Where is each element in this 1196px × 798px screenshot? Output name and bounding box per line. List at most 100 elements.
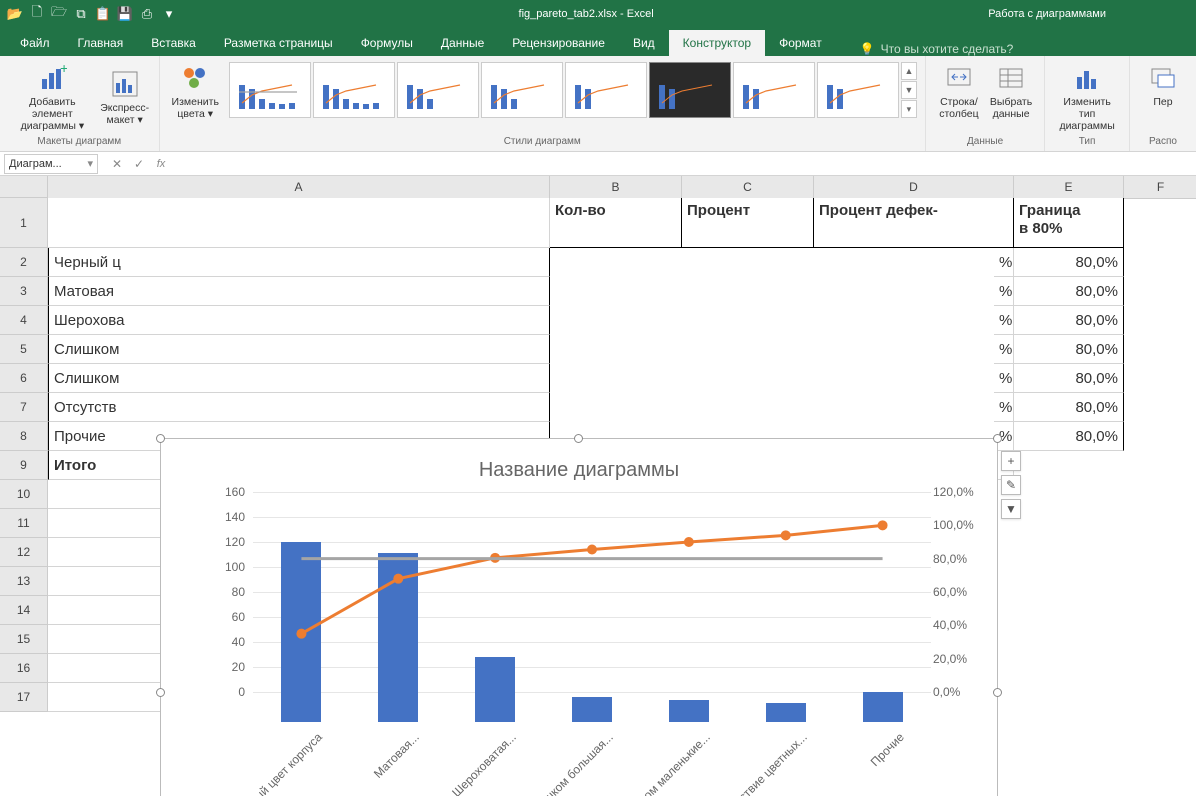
- style-thumb-6[interactable]: [649, 62, 731, 118]
- row-header-7[interactable]: 7: [0, 393, 48, 422]
- cancel-icon[interactable]: ✕: [108, 155, 126, 173]
- cell-E3[interactable]: 80,0%: [1014, 277, 1124, 306]
- col-header-B[interactable]: B: [550, 176, 682, 199]
- plot-area[interactable]: 0204060801001201401600,0%20,0%40,0%60,0%…: [211, 492, 931, 722]
- row-header-11[interactable]: 11: [0, 509, 48, 538]
- style-thumb-7[interactable]: [733, 62, 815, 118]
- tab-file[interactable]: Файл: [6, 30, 64, 56]
- row-header-6[interactable]: 6: [0, 364, 48, 393]
- tab-formulas[interactable]: Формулы: [347, 30, 427, 56]
- chart-styles-button[interactable]: ✎: [1001, 475, 1021, 495]
- chart-title[interactable]: Название диаграммы: [161, 439, 997, 492]
- copy-icon[interactable]: ⧉: [72, 5, 90, 23]
- cell-A4[interactable]: Шерохова: [48, 306, 550, 335]
- row-header-14[interactable]: 14: [0, 596, 48, 625]
- select-data-button[interactable]: Выбрать данные: [986, 60, 1036, 122]
- move-chart-button[interactable]: Пер: [1138, 60, 1188, 110]
- row-header-10[interactable]: 10: [0, 480, 48, 509]
- col-header-A[interactable]: A: [48, 176, 550, 199]
- change-colors-button[interactable]: Изменить цвета ▾: [168, 60, 223, 122]
- cell-C1[interactable]: Процент: [682, 198, 814, 248]
- change-chart-type-button[interactable]: Изменить тип диаграммы: [1053, 60, 1121, 134]
- col-header-D[interactable]: D: [814, 176, 1014, 199]
- resize-handle[interactable]: [993, 688, 1002, 697]
- enter-icon[interactable]: ✓: [130, 155, 148, 173]
- bar-3[interactable]: [572, 697, 612, 722]
- style-thumb-4[interactable]: [481, 62, 563, 118]
- open-icon[interactable]: 🗁: [50, 5, 68, 23]
- bar-6[interactable]: [863, 692, 903, 722]
- name-box[interactable]: Диаграм... ▾: [4, 154, 98, 174]
- chart-object[interactable]: + ✎ ▼ Название диаграммы 020406080100120…: [160, 438, 998, 796]
- cell-E5[interactable]: 80,0%: [1014, 335, 1124, 364]
- style-thumb-2[interactable]: [313, 62, 395, 118]
- folder-icon[interactable]: 📂: [6, 5, 24, 23]
- gallery-down-icon[interactable]: ▼: [901, 81, 917, 99]
- tab-review[interactable]: Рецензирование: [498, 30, 619, 56]
- row-header-4[interactable]: 4: [0, 306, 48, 335]
- tab-view[interactable]: Вид: [619, 30, 669, 56]
- row-header-5[interactable]: 5: [0, 335, 48, 364]
- cell-E4[interactable]: 80,0%: [1014, 306, 1124, 335]
- cell-D6-edge[interactable]: %: [994, 364, 1014, 393]
- cell-D1[interactable]: Процент дефек-: [814, 198, 1014, 248]
- style-thumb-5[interactable]: [565, 62, 647, 118]
- row-header-16[interactable]: 16: [0, 654, 48, 683]
- fx-icon[interactable]: fx: [152, 155, 170, 173]
- tab-home[interactable]: Главная: [64, 30, 138, 56]
- paste-icon[interactable]: 📋: [94, 5, 112, 23]
- style-thumb-3[interactable]: [397, 62, 479, 118]
- name-box-dropdown-icon[interactable]: ▾: [87, 157, 93, 170]
- gallery-more-icon[interactable]: ▾: [901, 100, 917, 118]
- cell-D5-edge[interactable]: %: [994, 335, 1014, 364]
- bar-5[interactable]: [766, 703, 806, 722]
- save-icon[interactable]: 💾: [116, 5, 134, 23]
- row-header-3[interactable]: 3: [0, 277, 48, 306]
- tab-format[interactable]: Формат: [765, 30, 836, 56]
- qat-more-icon[interactable]: ▾: [160, 5, 178, 23]
- cell-A6[interactable]: Слишком: [48, 364, 550, 393]
- cell-E8[interactable]: 80,0%: [1014, 422, 1124, 451]
- style-thumb-8[interactable]: [817, 62, 899, 118]
- cell-E2[interactable]: 80,0%: [1014, 248, 1124, 277]
- col-header-E[interactable]: E: [1014, 176, 1124, 199]
- resize-handle[interactable]: [156, 688, 165, 697]
- cell-E1[interactable]: Граница в 80%: [1014, 198, 1124, 248]
- resize-handle[interactable]: [574, 434, 583, 443]
- resize-handle[interactable]: [993, 434, 1002, 443]
- row-header-1[interactable]: 1: [0, 198, 48, 248]
- switch-row-col-button[interactable]: Строка/ столбец: [934, 60, 984, 122]
- cell-D7-edge[interactable]: %: [994, 393, 1014, 422]
- cell-A1[interactable]: [48, 198, 550, 248]
- row-header-8[interactable]: 8: [0, 422, 48, 451]
- bar-4[interactable]: [669, 700, 709, 723]
- row-header-15[interactable]: 15: [0, 625, 48, 654]
- spreadsheet-grid[interactable]: ABCDEF 1234567891011121314151617 Кол-воП…: [0, 176, 1196, 796]
- tab-data[interactable]: Данные: [427, 30, 498, 56]
- row-header-2[interactable]: 2: [0, 248, 48, 277]
- col-header-C[interactable]: C: [682, 176, 814, 199]
- row-header-17[interactable]: 17: [0, 683, 48, 712]
- tab-insert[interactable]: Вставка: [137, 30, 210, 56]
- chart-elements-button[interactable]: +: [1001, 451, 1021, 471]
- new-icon[interactable]: 🗋: [28, 5, 46, 23]
- tell-me-search[interactable]: 💡 Что вы хотите сделать?: [860, 42, 1014, 56]
- cell-A7[interactable]: Отсутств: [48, 393, 550, 422]
- row-header-12[interactable]: 12: [0, 538, 48, 567]
- cell-E7[interactable]: 80,0%: [1014, 393, 1124, 422]
- row-header-13[interactable]: 13: [0, 567, 48, 596]
- cell-E6[interactable]: 80,0%: [1014, 364, 1124, 393]
- tab-page-layout[interactable]: Разметка страницы: [210, 30, 347, 56]
- cell-D3-edge[interactable]: %: [994, 277, 1014, 306]
- row-header-9[interactable]: 9: [0, 451, 48, 480]
- cell-A2[interactable]: Черный ц: [48, 248, 550, 277]
- quick-layout-button[interactable]: Экспресс- макет ▾: [99, 60, 151, 134]
- gallery-up-icon[interactable]: ▲: [901, 62, 917, 80]
- print-icon[interactable]: ⎙: [138, 5, 156, 23]
- cell-B1[interactable]: Кол-во: [550, 198, 682, 248]
- add-chart-element-button[interactable]: + Добавить элемент диаграммы ▾: [8, 60, 97, 134]
- cell-A3[interactable]: Матовая: [48, 277, 550, 306]
- style-thumb-1[interactable]: [229, 62, 311, 118]
- resize-handle[interactable]: [156, 434, 165, 443]
- cell-A5[interactable]: Слишком: [48, 335, 550, 364]
